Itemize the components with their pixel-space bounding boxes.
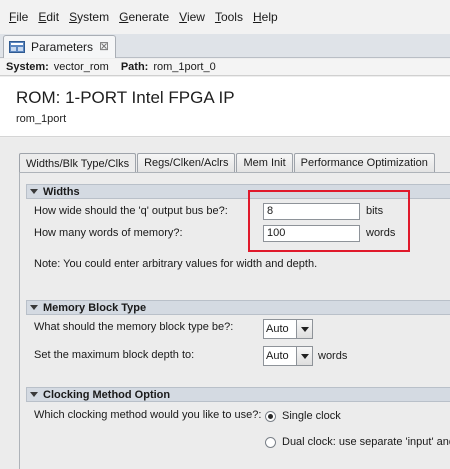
menu-file[interactable]: File [4,0,33,34]
block-depth-label: Set the maximum block depth to: [34,349,195,361]
view-tab-strip: Parameters ⊠ [0,34,450,58]
menu-system-mnemonic: S [69,10,78,24]
menu-view-mnemonic: V [179,10,187,24]
menu-edit[interactable]: Edit [33,0,64,34]
menu-tools[interactable]: Tools [210,0,248,34]
block-depth-select[interactable]: Auto [263,346,313,366]
tab-widths-blk-type-clks[interactable]: Widths/Blk Type/Clks [19,153,137,173]
menu-help-label: elp [261,10,278,24]
collapse-triangle-icon [30,189,38,194]
clocking-group: Clocking Method Option [26,387,450,402]
system-value: vector_rom [53,61,109,73]
chevron-down-icon[interactable] [296,347,312,365]
tab-performance-optimization[interactable]: Performance Optimization [293,153,435,172]
block-depth-value: Auto [266,350,289,362]
radio-selected-icon[interactable] [265,410,276,422]
block-type-select[interactable]: Auto [263,319,313,339]
ip-title: ROM: 1-PORT Intel FPGA IP [16,88,235,107]
collapse-triangle-icon [30,392,38,397]
menu-system-label: ystem [77,10,110,24]
menu-tools-label: ools [220,10,243,24]
q-width-label: How wide should the 'q' output bus be?: [34,205,228,217]
block-type-value: Auto [266,323,289,335]
menu-view[interactable]: View [174,0,210,34]
single-clock-option[interactable]: Single clock [265,410,341,422]
ip-instance-name: rom_1port [16,113,67,125]
menu-view-label: iew [186,10,205,24]
collapse-triangle-icon [30,305,38,310]
menu-bar: File Edit System Generate View Tools Hel… [0,0,450,34]
dual-clock-option[interactable]: Dual clock: use separate 'input' and [265,436,450,448]
parameters-view-tab[interactable]: Parameters ⊠ [3,35,116,58]
clocking-question: Which clocking method would you like to … [34,409,262,421]
path-key: Path: [120,61,149,73]
path-value: rom_1port_0 [153,61,216,73]
widths-group-title: Widths [43,185,80,198]
widths-note: Note: You could enter arbitrary values f… [34,258,318,270]
memory-block-group: Memory Block Type [26,300,450,315]
parameter-editor: Widths/Blk Type/Clks Regs/Clken/Aclrs Me… [0,138,450,469]
system-path-bar: System: vector_rom Path: rom_1port_0 [0,59,450,76]
clocking-group-header[interactable]: Clocking Method Option [26,387,450,402]
block-type-label: What should the memory block type be?: [34,321,234,333]
parameters-icon [9,41,25,53]
memory-block-group-header[interactable]: Memory Block Type [26,300,450,315]
single-clock-label: Single clock [282,410,341,422]
dual-clock-label: Dual clock: use separate 'input' and [282,436,450,448]
tab-mem-init[interactable]: Mem Init [236,153,293,172]
highlight-annotation [248,190,410,252]
words-label: How many words of memory?: [34,227,183,239]
close-icon[interactable]: ⊠ [99,39,109,53]
tab-regs-clken-aclrs[interactable]: Regs/Clken/Aclrs [137,153,236,172]
block-depth-unit: words [318,350,348,362]
menu-help[interactable]: Help [248,0,283,34]
menu-file-label: ile [16,10,29,24]
menu-system[interactable]: System [64,0,114,34]
menu-edit-label: dit [46,10,60,24]
parameters-tab-label: Parameters [31,40,94,54]
menu-generate[interactable]: Generate [114,0,174,34]
radio-unselected-icon[interactable] [265,436,276,448]
parameter-tabs: Widths/Blk Type/Clks Regs/Clken/Aclrs Me… [19,153,436,173]
menu-generate-label: enerate [128,10,170,24]
ip-header: ROM: 1-PORT Intel FPGA IP rom_1port [0,77,450,137]
system-key: System: [6,61,49,73]
memory-block-group-title: Memory Block Type [43,301,147,314]
chevron-down-icon[interactable] [296,320,312,338]
clocking-group-title: Clocking Method Option [43,388,171,401]
menu-help-mnemonic: H [252,10,262,24]
